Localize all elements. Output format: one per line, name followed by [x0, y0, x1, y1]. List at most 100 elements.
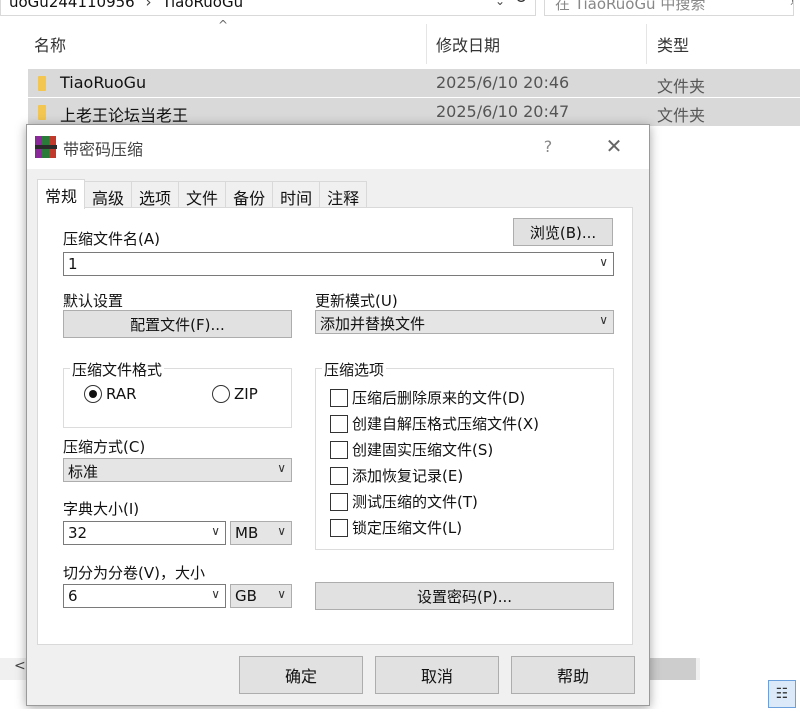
search-input[interactable]: 在 TiaoRuoGu 中搜索 ⌕ [544, 0, 794, 16]
browse-button[interactable]: 浏览(B)... [513, 218, 613, 246]
archive-options-group: 压缩选项 压缩后删除原来的文件(D) 创建自解压格式压缩文件(X) 创建固实压缩… [315, 359, 614, 550]
breadcrumb-separator-icon: › [145, 0, 152, 11]
chevron-down-icon[interactable]: ∨ [277, 524, 286, 538]
split-volumes-label: 切分为分卷(V)，大小 [63, 564, 205, 582]
delete-after-archiving-checkbox[interactable]: 压缩后删除原来的文件(D) [330, 387, 525, 408]
column-header-name[interactable]: 名称 [34, 22, 66, 66]
archive-format-title: 压缩文件格式 [70, 359, 165, 380]
dictionary-unit-select[interactable]: MB ∨ [230, 521, 292, 545]
profiles-button[interactable]: 配置文件(F)... [63, 310, 292, 338]
split-unit-value: GB [235, 587, 257, 605]
scroll-left-icon[interactable]: < [14, 658, 26, 674]
archive-name-combo[interactable]: 1 ∨ [63, 252, 614, 276]
format-zip-label: ZIP [234, 385, 258, 403]
lock-archive-checkbox[interactable]: 锁定压缩文件(L) [330, 517, 462, 538]
tab-advanced[interactable]: 高级 [84, 181, 133, 209]
split-size-value: 6 [68, 587, 78, 605]
sort-ascending-icon: ^ [218, 18, 229, 32]
compression-method-value: 标准 [68, 463, 99, 481]
column-divider[interactable] [426, 24, 427, 64]
address-bar[interactable]: uoGu244110956 › TiaoRuoGu ⌄ [0, 0, 536, 16]
checkbox-label: 压缩后删除原来的文件(D) [352, 389, 526, 407]
chevron-down-icon[interactable]: ∨ [277, 461, 286, 475]
column-divider[interactable] [646, 24, 647, 64]
tab-general[interactable]: 常规 [37, 179, 86, 209]
format-rar-radio[interactable]: RAR [84, 385, 137, 403]
cancel-button[interactable]: 取消 [375, 656, 499, 694]
add-recovery-record-checkbox[interactable]: 添加恢复记录(E) [330, 465, 463, 486]
tab-options[interactable]: 选项 [131, 181, 180, 209]
checkbox-unchecked-icon [330, 492, 348, 511]
file-row[interactable]: 上老王论坛当老王 2025/6/10 20:47 文件夹 [28, 98, 800, 126]
format-rar-label: RAR [106, 385, 137, 403]
update-mode-select[interactable]: 添加并替换文件 ∨ [315, 310, 614, 334]
checkbox-label: 添加恢复记录(E) [352, 467, 464, 485]
search-icon[interactable]: ⌕ [791, 0, 793, 9]
column-header-modified[interactable]: 修改日期 [436, 22, 500, 66]
checkbox-unchecked-icon [330, 466, 348, 485]
archive-options-title: 压缩选项 [322, 359, 387, 380]
winrar-icon [35, 136, 57, 158]
file-name: 上老王论坛当老王 [60, 106, 189, 125]
split-size-combo[interactable]: 6 ∨ [63, 584, 226, 608]
split-unit-select[interactable]: GB ∨ [230, 584, 292, 608]
file-modified: 2025/6/10 20:47 [436, 102, 570, 121]
checkbox-label: 创建固实压缩文件(S) [352, 441, 494, 459]
checkbox-unchecked-icon [330, 518, 348, 537]
tab-backup[interactable]: 备份 [225, 181, 274, 209]
help-icon[interactable]: ? [533, 133, 563, 161]
format-zip-radio[interactable]: ZIP [212, 385, 258, 403]
file-name: TiaoRuoGu [60, 73, 147, 92]
tab-comment[interactable]: 注释 [319, 181, 368, 209]
chevron-down-icon[interactable]: ⌄ [495, 0, 505, 8]
folder-icon [38, 76, 46, 91]
file-type: 文件夹 [657, 106, 706, 125]
general-tab-panel: 压缩文件名(A) 浏览(B)... 1 ∨ 默认设置 配置文件(F)... 更新… [37, 207, 633, 645]
compression-method-select[interactable]: 标准 ∨ [63, 458, 292, 482]
test-archived-files-checkbox[interactable]: 测试压缩的文件(T) [330, 491, 478, 512]
update-mode-value: 添加并替换文件 [320, 315, 426, 333]
column-header-type[interactable]: 类型 [657, 22, 689, 66]
chevron-down-icon[interactable]: ∨ [599, 255, 608, 269]
dialog-titlebar[interactable]: 带密码压缩 ? ✕ [27, 125, 649, 169]
tab-time[interactable]: 时间 [272, 181, 321, 209]
default-settings-label: 默认设置 [63, 292, 124, 310]
ok-button[interactable]: 确定 [239, 656, 363, 694]
checkbox-unchecked-icon [330, 414, 348, 433]
close-icon[interactable]: ✕ [591, 131, 637, 163]
archive-name-label: 压缩文件名(A) [63, 230, 160, 248]
file-modified: 2025/6/10 20:46 [436, 73, 570, 92]
create-sfx-checkbox[interactable]: 创建自解压格式压缩文件(X) [330, 413, 539, 434]
chevron-down-icon[interactable]: ∨ [211, 524, 220, 538]
archive-name-value: 1 [68, 255, 78, 273]
address-segment-current[interactable]: TiaoRuoGu [162, 0, 243, 11]
list-view-icon[interactable]: ☷ [768, 680, 796, 708]
dictionary-unit-value: MB [235, 524, 259, 542]
checkbox-label: 测试压缩的文件(T) [352, 493, 478, 511]
file-row[interactable]: TiaoRuoGu 2025/6/10 20:46 文件夹 [28, 69, 800, 97]
address-segment-parent[interactable]: uoGu244110956 [9, 0, 135, 11]
dictionary-size-value: 32 [68, 524, 88, 542]
create-solid-checkbox[interactable]: 创建固实压缩文件(S) [330, 439, 493, 460]
chevron-down-icon[interactable]: ∨ [599, 313, 608, 327]
dialog-title: 带密码压缩 [63, 140, 144, 159]
tab-files[interactable]: 文件 [178, 181, 227, 209]
search-placeholder: 在 TiaoRuoGu 中搜索 [555, 0, 706, 13]
checkbox-unchecked-icon [330, 440, 348, 459]
checkbox-unchecked-icon [330, 388, 348, 407]
checkbox-label: 创建自解压格式压缩文件(X) [352, 415, 539, 433]
compress-with-password-dialog: 带密码压缩 ? ✕ 常规 高级 选项 文件 备份 时间 注释 压缩文件名(A) … [26, 124, 650, 706]
compression-method-label: 压缩方式(C) [63, 438, 146, 456]
tab-bar: 常规 高级 选项 文件 备份 时间 注释 [37, 179, 368, 209]
archive-format-group: 压缩文件格式 RAR ZIP [63, 359, 292, 428]
radio-selected-icon [84, 385, 102, 403]
chevron-down-icon[interactable]: ∨ [277, 587, 286, 601]
radio-unselected-icon [212, 385, 230, 403]
help-button[interactable]: 帮助 [511, 656, 635, 694]
update-mode-label: 更新模式(U) [315, 292, 398, 310]
refresh-icon[interactable]: ↻ [508, 0, 534, 12]
set-password-button[interactable]: 设置密码(P)... [315, 582, 614, 610]
folder-icon [38, 105, 46, 120]
dictionary-size-combo[interactable]: 32 ∨ [63, 521, 226, 545]
chevron-down-icon[interactable]: ∨ [211, 587, 220, 601]
